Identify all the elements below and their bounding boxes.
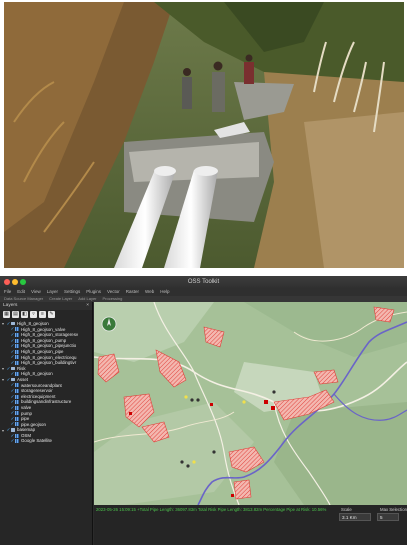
menu-vector[interactable]: Vector xyxy=(107,288,120,296)
layer-type-icon xyxy=(15,405,19,410)
group-icon xyxy=(11,366,15,371)
layer-tree: ▾ ✓ High_8_geojson ✓ High_8_geojson_valve ✓ Hi… xyxy=(0,320,92,445)
layer-type-icon xyxy=(15,400,19,405)
layer-type-icon xyxy=(15,416,19,421)
layer-type-icon xyxy=(15,338,19,343)
close-panel-button[interactable]: × xyxy=(86,302,89,310)
layer-type-icon xyxy=(15,383,19,388)
menu-help[interactable]: Help xyxy=(160,288,169,296)
manage-map-themes-icon[interactable]: ◧ xyxy=(21,311,28,318)
menu-settings[interactable]: Settings xyxy=(64,288,80,296)
map-canvas[interactable] xyxy=(94,302,407,505)
menu-web[interactable]: Web xyxy=(145,288,154,296)
layer-name: High_8_geojson_buildingtivr xyxy=(21,360,77,366)
menu-raster[interactable]: Raster xyxy=(126,288,139,296)
group-icon xyxy=(11,322,15,326)
layers-panel-header: Layers × xyxy=(0,302,92,310)
gis-app-window: OSS Toolkit File Edit View Layer Setting… xyxy=(0,276,407,545)
filter-legend-icon[interactable]: ▿ xyxy=(30,311,37,318)
layer-type-icon xyxy=(15,433,19,438)
layer-type-icon xyxy=(15,439,19,444)
layer-type-icon xyxy=(15,355,19,360)
menu-bar: File Edit View Layer Settings Plugins Ve… xyxy=(0,288,407,296)
layer-name: Google Satellite xyxy=(21,438,52,444)
menu-plugins[interactable]: Plugins xyxy=(86,288,101,296)
menu-edit[interactable]: Edit xyxy=(17,288,25,296)
group-icon xyxy=(11,378,15,382)
layer-type-icon xyxy=(15,372,19,377)
menu-layer[interactable]: Layer xyxy=(47,288,58,296)
max-selection-label: Max Selection xyxy=(380,507,407,512)
expand-all-icon[interactable]: ≡ xyxy=(39,311,46,318)
group-icon xyxy=(11,428,15,432)
layer-item[interactable]: ✓ Google Satellite xyxy=(2,438,90,444)
add-group-icon[interactable]: ▤ xyxy=(12,311,19,318)
status-bar: 2023-05-26 15:09:15 +Total Pipe Length: … xyxy=(94,505,407,545)
scale-label: Scale xyxy=(341,507,352,512)
layer-type-icon xyxy=(15,360,19,365)
pipe-risk-summary: 2023-05-26 15:09:15 +Total Pipe Length: … xyxy=(96,507,327,512)
layer-type-icon xyxy=(15,327,19,332)
menu-view[interactable]: View xyxy=(31,288,41,296)
layer-type-icon xyxy=(15,394,19,399)
remove-layer-icon[interactable]: ✎ xyxy=(48,311,55,318)
layer-type-icon xyxy=(15,349,19,354)
layers-toolbar: ▦ ▤ ◧ ▿ ≡ ✎ xyxy=(0,310,92,320)
layers-panel-title: Layers xyxy=(3,303,18,308)
menu-file[interactable]: File xyxy=(4,288,11,296)
scale-combobox[interactable]: 3.1 Km xyxy=(339,513,371,521)
window-title: OSS Toolkit xyxy=(187,279,220,285)
layer-type-icon xyxy=(15,422,19,427)
layers-panel: Layers × ▦ ▤ ◧ ▿ ≡ ✎ ▾ ✓ High_8_geojson ✓ Hi… xyxy=(0,302,93,545)
layer-type-icon xyxy=(15,332,19,337)
layer-type-icon xyxy=(15,344,19,349)
layer-type-icon xyxy=(15,411,19,416)
layer-type-icon xyxy=(15,388,19,393)
title-bar: OSS Toolkit xyxy=(0,276,407,288)
field-photo xyxy=(4,2,404,268)
max-selection-spinbox[interactable]: 5 xyxy=(377,513,399,521)
open-layer-styling-icon[interactable]: ▦ xyxy=(3,311,10,318)
